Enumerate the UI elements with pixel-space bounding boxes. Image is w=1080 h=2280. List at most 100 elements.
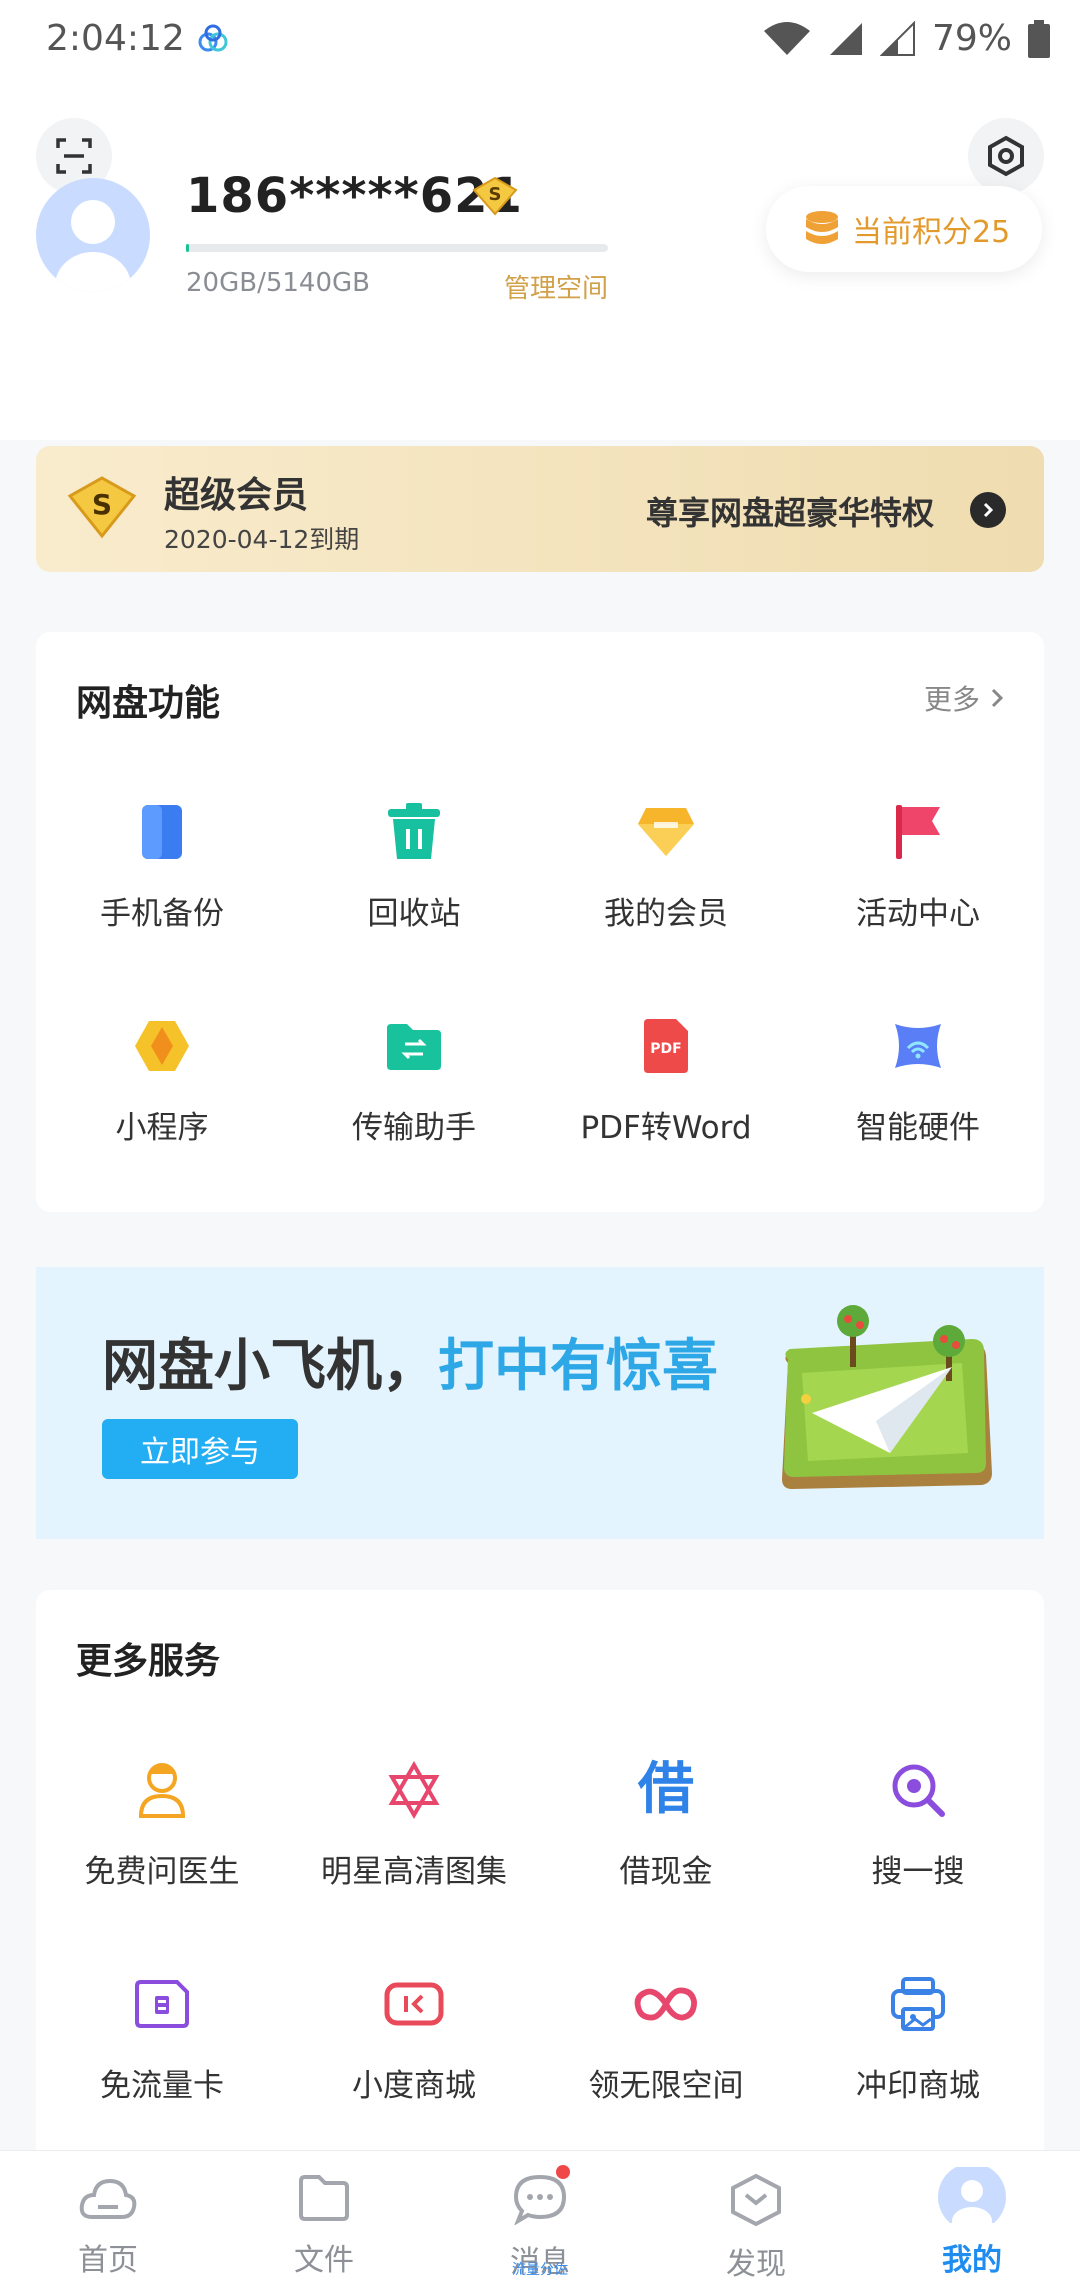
storage-bar-fill: [186, 244, 190, 252]
nav-label: 我的: [942, 2243, 1002, 2278]
service-data-card[interactable]: 免流量卡: [36, 1926, 288, 2140]
borrow-cash-icon: 借: [634, 1758, 698, 1822]
doctor-icon: [130, 1758, 194, 1822]
service-star-gallery[interactable]: 明星高清图集: [288, 1712, 540, 1926]
signal-icon-2: [879, 20, 915, 56]
service-label: 免流量卡: [100, 2068, 224, 2104]
features-more-link[interactable]: 更多: [924, 678, 1004, 718]
services-card: 更多服务 免费问医生 明星高清图集 借 借现金 搜一搜 免流量卡 小度商城 领无…: [36, 1590, 1044, 2170]
service-free-doctor[interactable]: 免费问医生: [36, 1712, 288, 1926]
smart-hardware-icon: [886, 1014, 950, 1078]
nav-discover[interactable]: 发现: [648, 2151, 864, 2280]
service-xiaodu-store[interactable]: 小度商城: [288, 1926, 540, 2140]
services-title: 更多服务: [76, 1641, 221, 1682]
feature-label: 智能硬件: [856, 1110, 980, 1146]
services-grid: 免费问医生 明星高清图集 借 借现金 搜一搜 免流量卡 小度商城 领无限空间 冲…: [36, 1712, 1044, 2140]
svg-text:S: S: [489, 184, 502, 205]
phone-backup-icon: [130, 800, 194, 864]
pdf-icon: PDF: [634, 1014, 698, 1078]
promo-title: 网盘小飞机，打中有惊喜: [102, 1321, 718, 1402]
star-gallery-icon: [382, 1758, 446, 1822]
coins-icon: [806, 211, 838, 244]
chevron-right-icon: [991, 688, 1004, 708]
xiaodu-store-icon: [382, 1972, 446, 2036]
scan-icon: [56, 138, 92, 174]
storage-bar: [186, 244, 608, 252]
nav-sub-label: 流量分佐: [512, 2262, 568, 2278]
sim-card-icon: [130, 1972, 194, 2036]
flag-icon: [886, 800, 950, 864]
profile-header: 186*****621 S 20GB/5140GB 管理空间 当前积分25: [0, 80, 1080, 440]
feature-label: 活动中心: [856, 896, 980, 932]
nav-home[interactable]: 首页: [0, 2151, 216, 2280]
feature-phone-backup[interactable]: 手机备份: [36, 754, 288, 968]
service-label: 小度商城: [352, 2068, 476, 2104]
promo-title-main: 网盘小飞机，: [102, 1334, 438, 1399]
storage-text: 20GB/5140GB: [186, 268, 370, 298]
search-icon: [886, 1758, 950, 1822]
promo-join-button[interactable]: 立即参与: [102, 1419, 298, 1479]
folder-icon: [299, 2175, 349, 2221]
vip-title: 超级会员: [164, 475, 309, 516]
gear-icon: [988, 135, 1024, 177]
print-store-icon: [886, 1972, 950, 2036]
trash-icon: [382, 800, 446, 864]
diamond-icon: [634, 800, 698, 864]
feature-pdf-to-word[interactable]: PDF PDF转Word: [540, 968, 792, 1182]
mini-program-icon: [130, 1014, 194, 1078]
feature-mini-program[interactable]: 小程序: [36, 968, 288, 1182]
default-avatar-icon: [55, 200, 131, 292]
status-indicators: 79%: [762, 18, 1050, 59]
feature-activity-center[interactable]: 活动中心: [792, 754, 1044, 968]
nav-label: 文件: [294, 2243, 354, 2278]
super-vip-diamond-icon: S: [67, 476, 137, 539]
feature-recycle-bin[interactable]: 回收站: [288, 754, 540, 968]
vip-arrow-button[interactable]: [970, 492, 1006, 528]
status-bar: 2:04:12 79%: [0, 0, 1080, 80]
battery-icon: [1028, 19, 1050, 58]
avatar[interactable]: [36, 178, 150, 292]
chevron-right-icon: [983, 502, 994, 518]
service-label: 借现金: [619, 1854, 713, 1890]
battery-percent: 79%: [931, 18, 1012, 59]
nav-messages[interactable]: 消息 流量分佐: [432, 2151, 648, 2280]
promo-banner[interactable]: 网盘小飞机，打中有惊喜 立即参与: [36, 1267, 1044, 1539]
feature-my-vip[interactable]: 我的会员: [540, 754, 792, 968]
borrow-glyph: 借: [638, 1757, 694, 1822]
service-search[interactable]: 搜一搜: [792, 1712, 1044, 1926]
wifi-icon: [763, 21, 810, 55]
svg-text:PDF: PDF: [650, 1041, 681, 1057]
service-print-store[interactable]: 冲印商城: [792, 1926, 1044, 2140]
chat-icon: [513, 2174, 567, 2225]
discover-icon: [731, 2173, 781, 2227]
service-label: 冲印商城: [856, 2068, 980, 2104]
svg-text:S: S: [92, 488, 112, 521]
manage-space-link[interactable]: 管理空间: [504, 268, 608, 305]
service-borrow-cash[interactable]: 借 借现金: [540, 1712, 792, 1926]
nav-files[interactable]: 文件: [216, 2151, 432, 2280]
feature-label: 回收站: [367, 896, 461, 932]
features-grid: 手机备份 回收站 我的会员 活动中心 小程序 传输助手 PDF PDF转Word…: [36, 754, 1044, 1182]
vip-badge-icon: S: [472, 176, 518, 216]
vip-expiry: 2020-04-12到期: [164, 525, 360, 554]
service-unlimited-space[interactable]: 领无限空间: [540, 1926, 792, 2140]
unread-dot: [556, 2165, 570, 2179]
feature-transfer-assistant[interactable]: 传输助手: [288, 968, 540, 1182]
feature-smart-hardware[interactable]: 智能硬件: [792, 968, 1044, 1182]
settings-button[interactable]: [968, 118, 1044, 194]
profile-icon: [938, 2167, 1006, 2223]
nav-profile[interactable]: 我的: [864, 2151, 1080, 2280]
points-button[interactable]: 当前积分25: [766, 186, 1042, 272]
nav-label: 首页: [78, 2243, 138, 2278]
feature-label: 手机备份: [100, 896, 224, 932]
features-title: 网盘功能: [76, 683, 221, 724]
status-time: 2:04:12: [46, 18, 185, 59]
more-label: 更多: [923, 683, 980, 716]
service-label: 免费问医生: [84, 1854, 240, 1890]
transfer-folder-icon: [382, 1014, 446, 1078]
feature-label: PDF转Word: [580, 1110, 752, 1146]
super-vip-banner[interactable]: S 超级会员 2020-04-12到期 尊享网盘超豪华特权: [36, 446, 1044, 572]
nav-label: 发现: [726, 2247, 786, 2280]
bottom-navigation: 首页 文件 消息 流量分佐 发现 我的: [0, 2150, 1080, 2280]
feature-label: 传输助手: [352, 1110, 476, 1146]
